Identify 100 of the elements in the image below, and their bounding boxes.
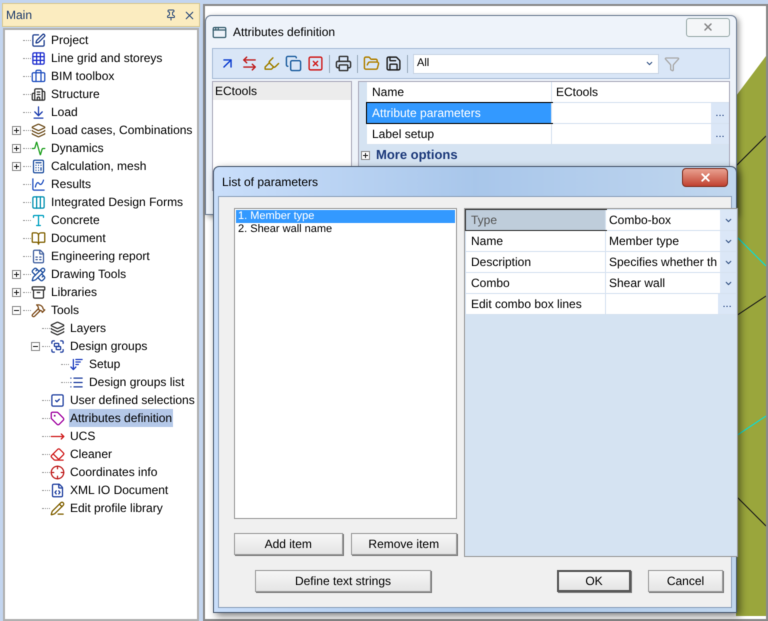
checklist-icon xyxy=(50,392,65,408)
tree-item[interactable]: Concrete xyxy=(50,211,101,229)
dialog-button[interactable]: Add item xyxy=(234,533,342,555)
tree-item[interactable]: User defined selections xyxy=(69,391,196,409)
delete-icon[interactable] xyxy=(307,55,324,72)
dropdown-button[interactable] xyxy=(720,252,736,272)
pen-square-icon xyxy=(31,32,46,48)
tag-icon xyxy=(50,410,65,426)
ellipsis-button[interactable]: ... xyxy=(711,103,729,123)
highlighter-icon[interactable] xyxy=(263,55,280,72)
tree-item[interactable]: Design groups list xyxy=(88,373,186,391)
dropdown-button[interactable] xyxy=(720,231,736,251)
hammer-icon xyxy=(31,302,46,318)
tree-item[interactable]: Drawing Tools xyxy=(50,265,128,283)
property-name[interactable]: Type xyxy=(466,210,606,230)
t-beam-icon xyxy=(31,212,46,228)
code-file-icon xyxy=(50,482,65,498)
curve-icon xyxy=(31,176,46,192)
expand-toggle-icon[interactable] xyxy=(361,150,370,160)
ellipsis-button[interactable]: ... xyxy=(711,124,729,144)
cabinet-icon xyxy=(31,284,46,300)
layers-icon xyxy=(50,320,65,336)
close-icon[interactable] xyxy=(183,8,196,22)
dialog-button[interactable]: Cancel xyxy=(648,570,723,592)
window-icon xyxy=(212,24,227,40)
list-icon xyxy=(69,374,84,390)
window-title: Attributes definition xyxy=(233,24,336,41)
tree-item[interactable]: UCS xyxy=(69,427,96,445)
tree-item[interactable]: Load cases, Combinations xyxy=(50,121,194,139)
chevron-down-icon xyxy=(645,59,654,68)
calculator-icon xyxy=(31,158,46,174)
tree-item[interactable]: Calculation, mesh xyxy=(50,157,148,175)
group-icon xyxy=(50,338,65,354)
tree-item[interactable]: Engineering report xyxy=(50,247,151,265)
dialog-button[interactable]: Define text strings xyxy=(255,570,431,592)
property-name[interactable]: Combo xyxy=(466,273,606,293)
property-value: ECtools xyxy=(555,84,600,101)
collapse-toggle-icon[interactable] xyxy=(12,306,20,314)
tree-item[interactable]: Line grid and storeys xyxy=(50,49,164,67)
dialog-title: List of parameters xyxy=(222,174,320,190)
tree-item[interactable]: Coordinates info xyxy=(69,463,158,481)
arrows-down-icon xyxy=(69,356,84,372)
building-icon xyxy=(31,86,46,102)
list-item[interactable]: ECtools xyxy=(213,82,351,100)
property-name[interactable]: Name xyxy=(367,82,552,102)
ellipsis-button[interactable]: ... xyxy=(718,294,736,314)
tree-item[interactable]: Structure xyxy=(50,85,101,103)
close-icon xyxy=(702,21,714,33)
tree-item[interactable]: Cleaner xyxy=(69,445,114,463)
tree-item[interactable]: Layers xyxy=(69,319,108,337)
pencil-ruler-icon xyxy=(31,266,46,282)
tree-item[interactable]: Setup xyxy=(88,355,122,373)
tree-item[interactable]: Dynamics xyxy=(50,139,105,157)
printer-icon[interactable] xyxy=(335,55,352,72)
dialog-button[interactable]: OK xyxy=(557,570,631,592)
property-name[interactable]: Edit combo box lines xyxy=(466,294,606,314)
spreadsheet-icon xyxy=(31,248,46,264)
tree-item[interactable]: Project xyxy=(50,31,90,49)
save-icon[interactable] xyxy=(385,55,402,72)
expand-toggle-icon[interactable] xyxy=(12,126,20,134)
crosshair-icon xyxy=(50,464,65,480)
close-icon xyxy=(698,171,712,184)
section-header[interactable]: More options xyxy=(376,145,458,165)
grid-icon xyxy=(31,50,46,66)
briefcase-icon xyxy=(31,68,46,84)
expand-toggle-icon[interactable] xyxy=(12,288,20,296)
tree-item[interactable]: Attributes definition xyxy=(69,409,174,427)
book-icon xyxy=(31,230,46,246)
tree-item[interactable]: Document xyxy=(50,229,107,247)
arrows-icon[interactable] xyxy=(241,55,258,72)
pencil-icon xyxy=(50,500,65,516)
dialog-button[interactable]: Remove item xyxy=(350,533,457,555)
expand-toggle-icon[interactable] xyxy=(12,270,20,278)
collapse-toggle-icon[interactable] xyxy=(30,342,40,350)
tree-item[interactable]: XML IO Document xyxy=(69,481,170,499)
tree-item[interactable]: Design groups xyxy=(69,337,148,355)
columns-icon xyxy=(31,194,46,210)
dropdown-button[interactable] xyxy=(720,210,736,230)
tree-item[interactable]: BIM toolbox xyxy=(50,67,116,85)
dropdown-button[interactable] xyxy=(720,273,736,293)
expand-toggle-icon[interactable] xyxy=(12,144,20,152)
tree-item[interactable]: Integrated Design Forms xyxy=(50,193,184,211)
pin-icon[interactable] xyxy=(165,9,177,21)
copy-icon[interactable] xyxy=(285,55,302,72)
filter-dropdown[interactable]: All xyxy=(413,54,659,74)
tree-item[interactable]: Load xyxy=(50,103,79,121)
wave-icon xyxy=(31,140,46,156)
eraser-icon xyxy=(50,446,65,462)
property-name[interactable]: Description xyxy=(466,252,606,272)
folder-icon[interactable] xyxy=(363,55,380,72)
tree-item[interactable]: Libraries xyxy=(50,283,98,301)
tree-item[interactable]: Edit profile library xyxy=(69,499,164,517)
tree-item[interactable]: Tools xyxy=(50,301,80,319)
close-button[interactable] xyxy=(682,168,728,187)
property-name[interactable]: Label setup xyxy=(367,124,552,144)
expand-toggle-icon[interactable] xyxy=(12,162,20,170)
layers-icon xyxy=(31,122,46,138)
property-name[interactable]: Name xyxy=(466,231,606,251)
tree-item[interactable]: Results xyxy=(50,175,92,193)
dropdown-value: All xyxy=(416,56,430,72)
